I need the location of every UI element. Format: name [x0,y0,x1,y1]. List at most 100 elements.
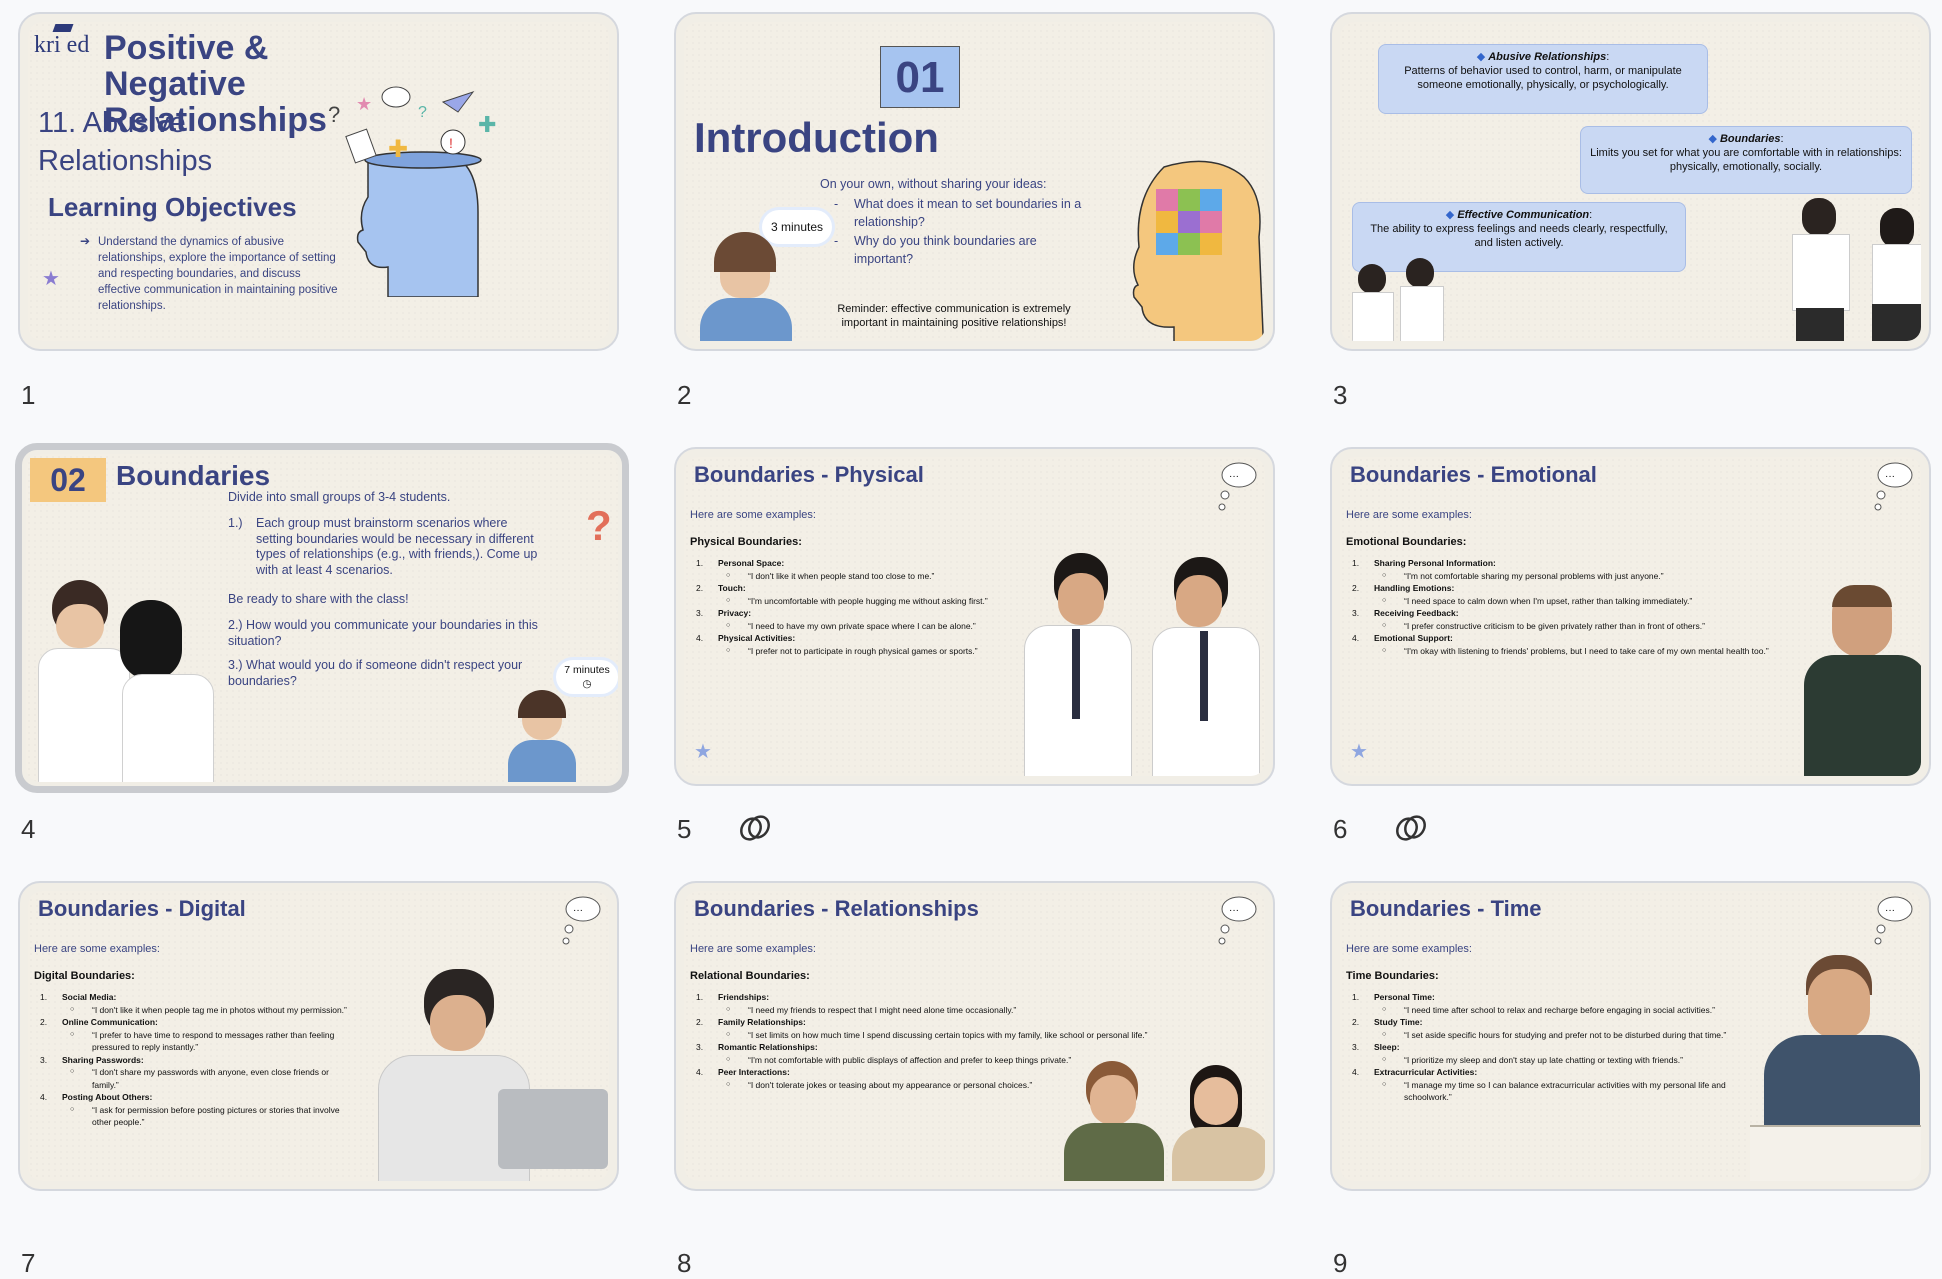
slide-subtitle: 11. Abusive Relationships [38,107,213,177]
list-item: 1. Personal Time: [1352,992,1435,1002]
list-quote: “I ask for permission before posting pic… [34,1104,354,1129]
diamond-icon: ◆ [1708,133,1717,145]
list-item: 3. Romantic Relationships: [696,1042,818,1052]
slide-thumbnail-8[interactable]: Boundaries - Relationships Here are some… [674,881,1275,1191]
slide-number: 5 [677,814,692,844]
list-item: 3. Receiving Feedback: [1352,608,1459,618]
list-item: 1. Friendships: [696,992,770,1002]
slide-title: Boundaries - Physical [694,462,924,487]
slide-grid: kri ed Positive & Negative Relationships… [0,0,1942,1278]
thinking-student-image [506,690,578,782]
intro-text: Divide into small groups of 3-4 students… [228,490,451,504]
list-quote: “I manage my time so I can balance extra… [1346,1079,1766,1104]
thinking-student-image [696,232,796,341]
svg-text:✚: ✚ [388,136,408,163]
slide-thumbnail-5[interactable]: Boundaries - Physical Here are some exam… [674,447,1275,786]
slide-number: 6 [1333,814,1348,844]
stressed-man-image [1798,585,1921,776]
svg-text:···: ··· [573,905,583,916]
boundary-list: 1.Sharing Personal Information: “I'm not… [1346,557,1769,657]
puzzle-head-illustration [1132,160,1265,341]
thought-cloud-icon: ··· [1874,896,1913,945]
slide-number: 1 [21,380,36,410]
list-quote: “I set aside specific hours for studying… [1346,1029,1766,1042]
list-quote: “I prefer constructive criticism to be g… [1346,620,1769,633]
slide-thumbnail-3[interactable]: ◆ Abusive Relationships: Patterns of beh… [1330,12,1931,351]
star-icon: ★ [42,268,60,290]
slide-title: Boundaries - Digital [38,896,246,921]
boundary-list: 1.Personal Space: “I don't like it when … [690,557,988,657]
slide-number: 7 [21,1248,36,1278]
svg-text:✚: ✚ [478,112,496,137]
slide-number: 8 [677,1248,692,1278]
star-icon: ★ [1350,741,1368,763]
list-item: 2. Study Time: [1352,1017,1423,1027]
slide-thumbnail-6[interactable]: Boundaries - Emotional Here are some exa… [1330,447,1931,786]
slide-number: 3 [1333,380,1348,410]
thought-cloud-icon: ··· [1874,462,1913,511]
slide-subtitle: Here are some examples: [690,509,816,521]
list-quote: “I prefer to have time to respond to mes… [34,1029,354,1054]
prompt-text: On your own, without sharing your ideas: [820,177,1047,191]
slide-title: Boundaries - Time [1350,896,1542,921]
slide-thumbnail-7[interactable]: Boundaries - Digital Here are some examp… [18,881,619,1191]
list-item: 3. Privacy: [696,608,752,618]
question-2: - Why do you think boundaries are importa… [834,234,1037,266]
question-1: - What does it mean to set boundaries in … [834,197,1082,229]
link-icon[interactable] [738,811,772,845]
list-item: 1. Social Media: [40,992,117,1002]
list-item: 2. Family Relationships: [696,1017,806,1027]
list-quote: “I set limits on how much time I spend d… [690,1029,1148,1042]
slide-thumbnail-2[interactable]: 01 Introduction On your own, without sha… [674,12,1275,351]
list-heading: Emotional Boundaries: [1346,536,1467,548]
objectives-title: Learning Objectives [48,192,297,222]
list-item: 4. Posting About Others: [40,1092,153,1102]
slide-subtitle: Here are some examples: [1346,509,1472,521]
list-quote: “I'm not comfortable sharing my personal… [1346,570,1769,583]
diamond-icon: ◆ [1445,209,1455,221]
svg-text:···: ··· [1885,905,1895,916]
list-quote: “I need to have my own private space whe… [690,620,988,633]
definition-boundaries: ◆ Boundaries: Limits you set for what yo… [1580,126,1912,194]
slide-number: 9 [1333,1248,1348,1278]
svg-text:?: ? [418,104,427,121]
svg-text:···: ··· [1229,905,1239,916]
graduation-cap-icon [52,24,74,32]
list-quote: “I'm uncomfortable with people hugging m… [690,595,988,608]
slide-subtitle: Here are some examples: [34,943,160,955]
list-quote: “I don't like it when people stand too c… [690,570,988,583]
reminder-text: Reminder: effective communication is ext… [837,303,1071,329]
slide-number: 4 [21,814,36,844]
question-3: 3.) What would you do if someone didn't … [228,658,523,688]
student-couple-image [32,564,222,782]
slide-title: Introduction [694,114,939,161]
svg-text:★: ★ [356,94,372,114]
students-talking-image [1782,198,1921,341]
objective-text: Understand the dynamics of abusive relat… [98,236,338,312]
clock-icon: ◷ [582,678,592,690]
thought-cloud-icon: ··· [562,896,601,945]
slide-title: Boundaries - Emotional [1350,462,1597,487]
head-illustration: ? ★ ? ✚ ✚ ! [328,86,496,297]
timer-cloud: 7 minutes ◷ [556,660,618,694]
list-item: 3. Sharing Passwords: [40,1054,144,1065]
question-mark-icon: ? [586,502,612,549]
question-1: 1.) Each group must brainstorm scenarios … [228,516,538,577]
logo: kri ed [34,32,90,58]
slide-thumbnail-9[interactable]: Boundaries - Time Here are some examples… [1330,881,1931,1191]
link-icon[interactable] [1394,811,1428,845]
list-heading: Digital Boundaries: [34,970,135,982]
arrow-icon: ➔ [80,234,91,248]
slide-thumbnail-4[interactable]: 02 Boundaries Divide into small groups o… [15,443,629,793]
list-quote: “I prefer not to participate in rough ph… [690,645,988,658]
slide-title: Boundaries - Relationships [694,896,979,921]
star-icon: ★ [694,741,712,763]
svg-text:···: ··· [1229,471,1239,482]
list-quote: “I need space to calm down when I'm upse… [1346,595,1769,608]
list-quote: “I prioritize my sleep and don't stay up… [1346,1054,1766,1067]
section-number: 01 [880,46,960,108]
slide-thumbnail-1[interactable]: kri ed Positive & Negative Relationships… [18,12,619,351]
list-heading: Relational Boundaries: [690,970,810,982]
student-laptop-image [368,969,609,1181]
list-item: 1. Personal Space: [696,558,785,568]
